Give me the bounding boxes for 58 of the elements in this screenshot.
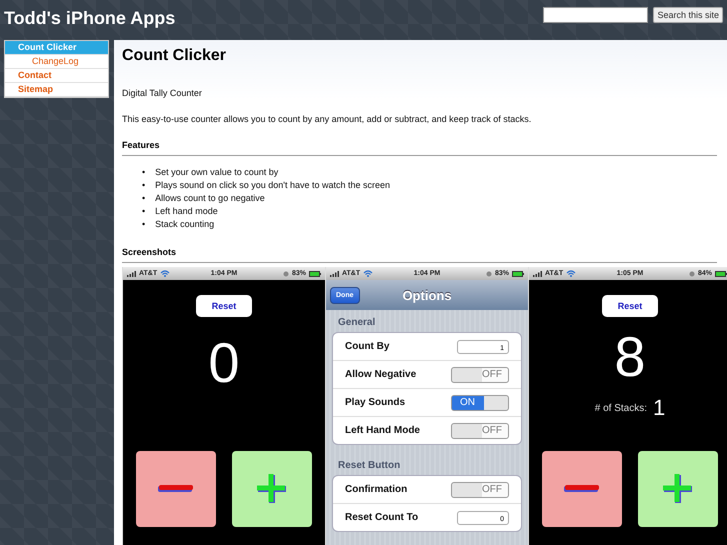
signal-icon bbox=[533, 270, 542, 276]
subtitle-text: Digital Tally Counter bbox=[122, 88, 203, 98]
toggle-switch[interactable]: OFF bbox=[451, 482, 509, 498]
screen-title: Options bbox=[402, 288, 452, 302]
minus-icon bbox=[564, 485, 600, 493]
group-header: Reset Button bbox=[337, 459, 402, 473]
signal-icon bbox=[330, 270, 339, 276]
wifi-icon bbox=[160, 270, 170, 277]
decrement-button[interactable] bbox=[136, 451, 216, 527]
feature-item: Allows count to go negative bbox=[155, 192, 265, 205]
bullet: • bbox=[142, 205, 146, 218]
bullet: • bbox=[142, 192, 146, 205]
reset-button[interactable]: Reset bbox=[602, 295, 658, 317]
count-display: 8 bbox=[614, 325, 646, 389]
page-title: Count Clicker bbox=[122, 47, 228, 65]
battery-icon bbox=[512, 270, 524, 276]
site-title[interactable]: Todd's iPhone Apps bbox=[4, 8, 176, 28]
bullet: • bbox=[142, 179, 146, 192]
bullet: • bbox=[142, 166, 146, 179]
feature-item: Set your own value to count by bbox=[155, 166, 278, 179]
setting-label: Reset Count To bbox=[345, 512, 418, 523]
wifi-icon bbox=[566, 270, 576, 277]
toggle-switch[interactable]: OFF bbox=[451, 366, 509, 382]
setting-label: Confirmation bbox=[345, 484, 408, 495]
group-header: General bbox=[337, 316, 376, 330]
setting-label: Left Hand Mode bbox=[345, 425, 420, 436]
nav-link[interactable]: Count Clicker bbox=[5, 41, 108, 55]
plus-icon bbox=[255, 472, 289, 506]
nav-link[interactable]: Contact bbox=[5, 69, 108, 83]
setting-label: Play Sounds bbox=[345, 397, 406, 408]
section-heading: Features bbox=[122, 140, 717, 156]
stacks-value: 1 bbox=[653, 397, 666, 419]
wifi-icon bbox=[363, 270, 374, 277]
search-field[interactable] bbox=[543, 7, 648, 23]
setting-label: Count By bbox=[345, 341, 390, 352]
nav-link[interactable]: ChangeLog bbox=[5, 55, 108, 69]
battery-icon bbox=[309, 270, 321, 276]
toggle-switch[interactable]: OFF bbox=[451, 422, 509, 438]
feature-item: Stack counting bbox=[155, 218, 214, 231]
section-heading: Screenshots bbox=[122, 247, 717, 263]
increment-button[interactable] bbox=[638, 451, 718, 527]
battery-icon bbox=[715, 270, 727, 276]
setting-label: Allow Negative bbox=[345, 369, 416, 380]
reset-button[interactable]: Reset bbox=[196, 295, 252, 317]
minus-icon bbox=[158, 485, 194, 493]
count-display: 0 bbox=[208, 331, 240, 395]
feature-item: Plays sound on click so you don't have to watch the screen bbox=[155, 179, 390, 192]
decrement-button[interactable] bbox=[542, 451, 622, 527]
signal-icon bbox=[127, 270, 136, 276]
intro-text: This easy-to-use counter allows you to count by any amount, add or subtract, and keep track of stacks. bbox=[122, 114, 532, 124]
feature-item: Left hand mode bbox=[155, 205, 218, 218]
toggle-switch[interactable]: ON bbox=[451, 394, 509, 410]
plus-icon bbox=[661, 472, 695, 506]
increment-button[interactable] bbox=[232, 451, 312, 527]
nav-link[interactable]: Sitemap bbox=[5, 83, 108, 97]
stacks-label: # of Stacks: bbox=[594, 402, 647, 414]
search-button[interactable]: Search this site bbox=[653, 7, 723, 23]
bullet: • bbox=[142, 218, 146, 231]
